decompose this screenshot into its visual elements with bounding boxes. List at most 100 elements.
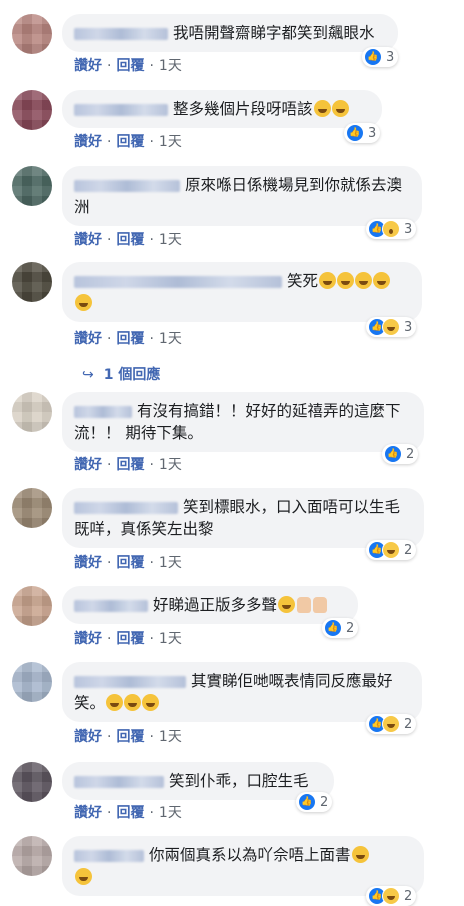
comment-actions: 讚好 · 回覆 · 1天: [74, 58, 182, 74]
avatar[interactable]: [12, 836, 52, 876]
avatar[interactable]: [12, 586, 52, 626]
avatar[interactable]: [12, 90, 52, 130]
like-link[interactable]: 讚好: [74, 555, 102, 571]
comment-bubble: 好睇過正版多多聲: [62, 586, 358, 624]
reaction-summary[interactable]: 👍 2: [366, 540, 417, 560]
reply-arrow-icon: ↪: [82, 367, 94, 383]
like-link[interactable]: 讚好: [74, 232, 102, 248]
reply-link[interactable]: 回覆: [116, 134, 144, 150]
laughing-emoji: [75, 294, 92, 311]
commenter-name[interactable]: [74, 675, 186, 688]
laughing-emoji: [373, 272, 391, 289]
timestamp[interactable]: 1天: [159, 805, 182, 821]
comment-text: 你兩個真系以為吖佘唔上面書: [149, 846, 351, 864]
timestamp[interactable]: 1天: [159, 631, 182, 647]
laughing-face-icon: [382, 715, 400, 733]
timestamp[interactable]: 1天: [159, 331, 182, 347]
timestamp[interactable]: 1天: [159, 555, 182, 571]
commenter-name[interactable]: [74, 103, 168, 116]
avatar[interactable]: [12, 166, 52, 206]
laughing-emoji: [351, 846, 369, 863]
rolling-laughing-emoji: [278, 596, 296, 613]
reaction-summary[interactable]: 👍 2: [366, 886, 417, 906]
commenter-name[interactable]: [74, 275, 282, 288]
rolling-laughing-emoji: [124, 694, 142, 711]
avatar[interactable]: [12, 392, 52, 432]
comment-bubble: 其實睇佢哋嘅表情同反應最好笑。: [62, 662, 422, 722]
avatar[interactable]: [12, 762, 52, 802]
reply-link[interactable]: 回覆: [116, 555, 144, 571]
comment-text: 笑死: [287, 272, 319, 290]
reply-link[interactable]: 回覆: [116, 457, 144, 473]
rolling-laughing-emoji: [331, 100, 349, 117]
thumbs-up-icon: 👍: [346, 124, 364, 142]
avatar[interactable]: [12, 488, 52, 528]
comment-text: 整多幾個片段呀唔該: [173, 100, 313, 118]
commenter-name[interactable]: [74, 599, 148, 612]
reaction-summary[interactable]: 👍 3: [344, 123, 381, 143]
avatar[interactable]: [12, 262, 52, 302]
reaction-summary[interactable]: 👍 2: [366, 714, 417, 734]
laughing-face-icon: [382, 541, 400, 559]
comment-text: 我唔開聲齋睇字都笑到飆眼水: [173, 24, 375, 42]
reaction-summary[interactable]: 👍 3: [362, 47, 399, 67]
timestamp[interactable]: 1天: [159, 58, 182, 74]
timestamp[interactable]: 1天: [159, 134, 182, 150]
comment-bubble: 笑到仆乖，口腔生毛: [62, 762, 334, 800]
avatar[interactable]: [12, 662, 52, 702]
thumbs-up-icon: 👍: [364, 48, 382, 66]
reply-link[interactable]: 回覆: [116, 331, 144, 347]
commenter-name[interactable]: [74, 775, 164, 788]
timestamp[interactable]: 1天: [159, 729, 182, 745]
reaction-summary[interactable]: 👍 2: [322, 618, 359, 638]
laughing-emoji: [75, 868, 92, 885]
like-link[interactable]: 讚好: [74, 134, 102, 150]
reaction-summary[interactable]: 👍 3: [366, 317, 417, 337]
like-link[interactable]: 讚好: [74, 457, 102, 473]
laughing-emoji: [319, 272, 337, 289]
like-link[interactable]: 讚好: [74, 331, 102, 347]
reaction-summary[interactable]: 👍 2: [382, 444, 419, 464]
like-link[interactable]: 讚好: [74, 58, 102, 74]
reply-link[interactable]: 回覆: [116, 729, 144, 745]
commenter-name[interactable]: [74, 405, 132, 418]
commenter-name[interactable]: [74, 179, 180, 192]
comment-text: 好睇過正版多多聲: [153, 596, 278, 614]
like-link[interactable]: 讚好: [74, 805, 102, 821]
commenter-name[interactable]: [74, 849, 144, 862]
comment-actions: 讚好 · 回覆 · 1天: [74, 232, 182, 248]
comment-text: 笑到仆乖，口腔生毛: [169, 772, 309, 790]
comment-bubble: 笑死: [62, 262, 422, 322]
timestamp[interactable]: 1天: [159, 457, 182, 473]
comment-actions: 讚好 · 回覆 · 1天: [74, 331, 182, 347]
comment-bubble: 原來喺日係機場見到你就係去澳洲: [62, 166, 422, 226]
comment-bubble: 整多幾個片段呀唔該: [62, 90, 382, 128]
commenter-name[interactable]: [74, 27, 168, 40]
reply-link[interactable]: 回覆: [116, 631, 144, 647]
avatar[interactable]: [12, 14, 52, 54]
like-link[interactable]: 讚好: [74, 631, 102, 647]
like-link[interactable]: 讚好: [74, 729, 102, 745]
thumbs-up-icon: 👍: [298, 793, 316, 811]
reply-link[interactable]: 回覆: [116, 232, 144, 248]
thumbs-up-icon: 👍: [384, 445, 402, 463]
laughing-emoji: [355, 272, 373, 289]
comment-actions: 讚好 · 回覆 · 1天: [74, 555, 182, 571]
comment-bubble: 笑到標眼水，口入面唔可以生毛既咩，真係笑左出黎: [62, 488, 424, 548]
reply-link[interactable]: 回覆: [116, 58, 144, 74]
laughing-emoji: [337, 272, 355, 289]
thumbs-up-icon: 👍: [324, 619, 342, 637]
view-replies-link[interactable]: ↪ 1 個回應: [82, 364, 160, 384]
laughing-face-icon: [382, 318, 400, 336]
reply-link[interactable]: 回覆: [116, 805, 144, 821]
commenter-name[interactable]: [74, 501, 178, 514]
reaction-summary[interactable]: 👍 3: [366, 219, 417, 239]
comment-actions: 讚好 · 回覆 · 1天: [74, 805, 182, 821]
rolling-laughing-emoji: [313, 100, 331, 117]
reaction-summary[interactable]: 👍 2: [296, 792, 333, 812]
comment-bubble: 有沒有搞錯！！好好的延禧弄的這麼下流！！ 期待下集。: [62, 392, 424, 452]
comment-bubble: 我唔開聲齋睇字都笑到飆眼水: [62, 14, 398, 52]
thumbs-up-emoji: [297, 597, 312, 613]
rolling-laughing-emoji: [106, 694, 124, 711]
timestamp[interactable]: 1天: [159, 232, 182, 248]
